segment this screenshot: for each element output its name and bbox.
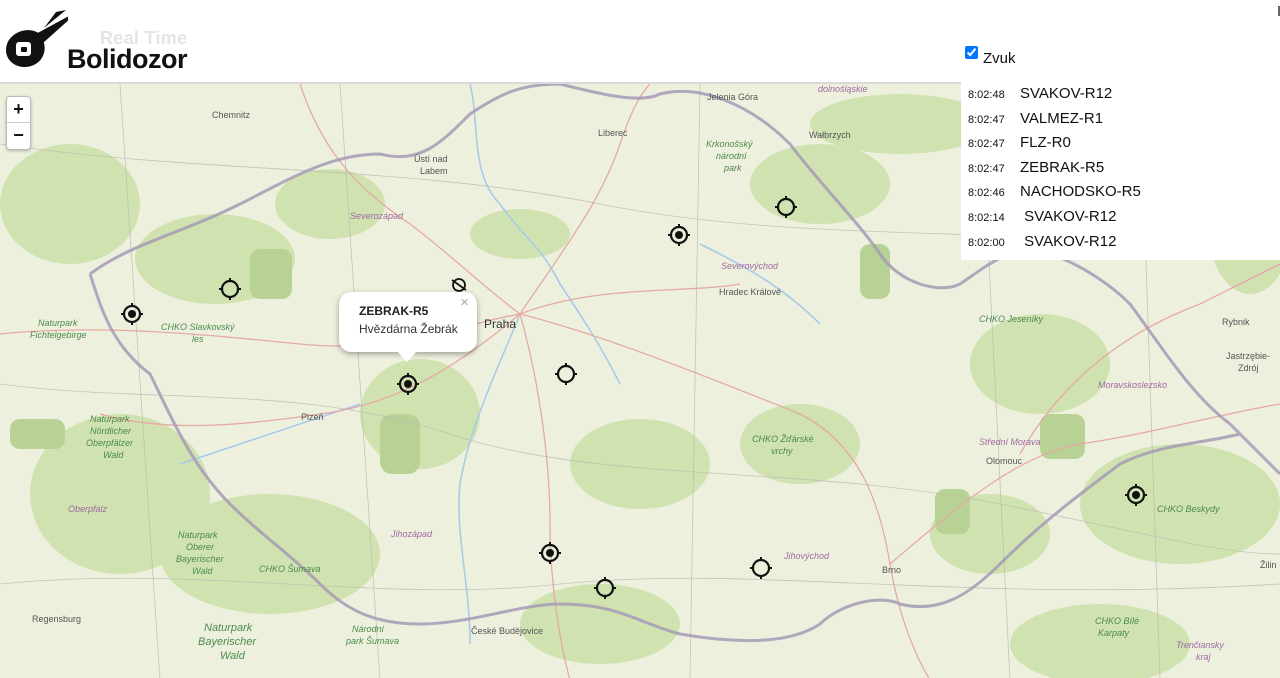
logo-name: Bolidozor [67, 44, 187, 74]
meteor-icon [6, 10, 80, 67]
station-marker-active[interactable] [1123, 482, 1149, 508]
event-list: 8:02:48 SVAKOV-R12 8:02:47 VALMEZ-R1 8:02:… [968, 85, 1268, 257]
app-window: Real Time Bolidozor Chemnitz Ústí nad La… [0, 0, 1280, 678]
zoom-in-button[interactable]: + [7, 97, 30, 123]
station-marker[interactable] [773, 194, 799, 220]
event-station: VALMEZ-R1 [1020, 109, 1104, 127]
event-row: 8:02:47 ZEBRAK-R5 [968, 159, 1268, 184]
event-row: 8:02:14 SVAKOV-R12 [968, 208, 1268, 233]
event-station: SVAKOV-R12 [1020, 207, 1117, 225]
station-marker-active[interactable] [395, 371, 421, 397]
sound-checkbox[interactable] [965, 46, 978, 59]
event-row: 8:02:47 FLZ-R0 [968, 134, 1268, 159]
event-row: 8:02:47 VALMEZ-R1 [968, 110, 1268, 135]
popup-subtitle: Hvězdárna Žebrák [359, 322, 458, 336]
event-station: NACHODSKO-R5 [1020, 183, 1141, 201]
event-row: 8:02:46 NACHODSKO-R5 [968, 183, 1268, 208]
event-station: SVAKOV-R12 [1020, 232, 1117, 250]
station-marker-active[interactable] [119, 301, 145, 327]
station-marker-offline[interactable] [451, 278, 467, 292]
event-time: 8:02:48 [968, 89, 1005, 101]
event-time: 8:02:46 [968, 187, 1005, 200]
station-marker-active[interactable] [666, 222, 692, 248]
popup-title: ZEBRAK-R5 [359, 304, 429, 318]
station-marker[interactable] [592, 575, 618, 601]
station-popup: ZEBRAK-R5 Hvězdárna Žebrák × [339, 292, 477, 362]
event-row: 8:02:00 SVAKOV-R12 [968, 233, 1268, 258]
event-time: 8:02:00 [968, 236, 1005, 249]
station-marker[interactable] [217, 276, 243, 302]
event-row: 8:02:48 SVAKOV-R12 [968, 85, 1268, 110]
station-marker[interactable] [748, 555, 774, 581]
event-station: SVAKOV-R12 [1020, 85, 1113, 102]
sound-label: Zvuk [983, 50, 1016, 67]
event-station: FLZ-R0 [1020, 134, 1071, 152]
station-marker-active[interactable] [537, 540, 563, 566]
event-time: 8:02:47 [968, 162, 1005, 175]
event-station: ZEBRAK-R5 [1020, 158, 1105, 176]
event-time: 8:02:47 [968, 138, 1005, 151]
event-time: 8:02:47 [968, 113, 1005, 126]
popup-close-icon[interactable]: × [460, 294, 469, 311]
event-time: 8:02:14 [968, 211, 1005, 224]
zoom-out-button[interactable]: − [7, 123, 30, 149]
station-marker[interactable] [553, 361, 579, 387]
zoom-control: + − [6, 96, 31, 150]
event-panel: Zvuk 8:02:48 SVAKOV-R12 8:02:47 VALMEZ-R1 … [961, 40, 1280, 260]
bolidozor-logo[interactable]: Real Time Bolidozor [4, 8, 204, 74]
